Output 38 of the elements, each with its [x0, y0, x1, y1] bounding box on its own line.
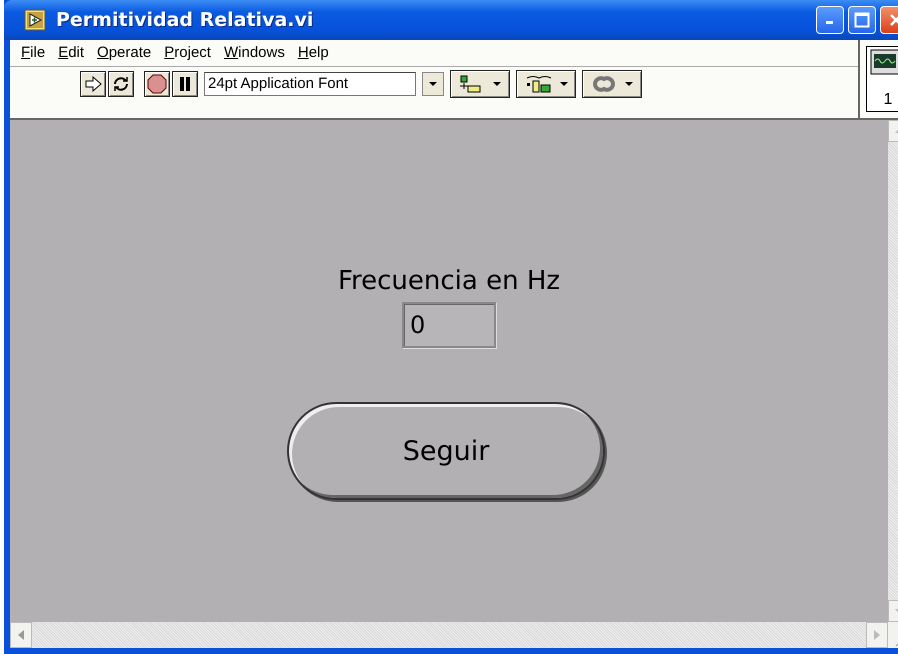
run-continuously-button[interactable]: [108, 71, 134, 97]
abort-button[interactable]: [144, 71, 170, 97]
menu-item[interactable]: Help: [292, 44, 334, 66]
caret-icon: [625, 81, 633, 87]
menu-item[interactable]: Operate: [92, 44, 156, 66]
caret-icon: [560, 81, 568, 87]
left-arrow-icon: [18, 630, 24, 640]
dropdown-button[interactable]: [422, 72, 444, 96]
scroll-left-button[interactable]: [10, 622, 32, 648]
menu-item[interactable]: Edit: [53, 44, 90, 66]
distribute-icon: [524, 74, 552, 94]
font-dropdown[interactable]: 24pt Application Font: [204, 72, 416, 96]
maximize-icon: [854, 12, 870, 28]
menu-item[interactable]: Project: [159, 44, 216, 66]
minimize-button[interactable]: [816, 6, 844, 34]
caret-icon: [493, 81, 501, 87]
right-arrow-icon: [874, 630, 880, 640]
stop-sign-icon: [147, 74, 167, 94]
menu-item[interactable]: Windows: [218, 44, 290, 66]
align-objects-button[interactable]: [450, 70, 510, 98]
window-title: Permitividad Relativa.vi: [56, 9, 314, 31]
run-button[interactable]: [80, 71, 106, 97]
vi-icon: [24, 9, 46, 31]
numeric-label: Frecuencia en Hz: [338, 266, 560, 296]
vi-icon-pane[interactable]: 1: [866, 46, 898, 112]
menu-item[interactable]: File: [16, 44, 50, 66]
pause-icon: [178, 76, 192, 92]
waveform-chart-icon: [870, 49, 898, 75]
numeric-field[interactable]: 0: [402, 302, 496, 348]
connector-pane-number: 1: [884, 91, 892, 109]
caret-icon: [429, 81, 437, 87]
arrow-icon: [84, 76, 102, 92]
maximize-button[interactable]: [848, 6, 876, 34]
horizontal-scrollbar[interactable]: [10, 622, 888, 648]
seguir-button[interactable]: Seguir: [287, 402, 605, 500]
pause-button[interactable]: [172, 71, 198, 97]
reorder-button[interactable]: [582, 70, 642, 98]
distribute-objects-button[interactable]: [516, 70, 576, 98]
